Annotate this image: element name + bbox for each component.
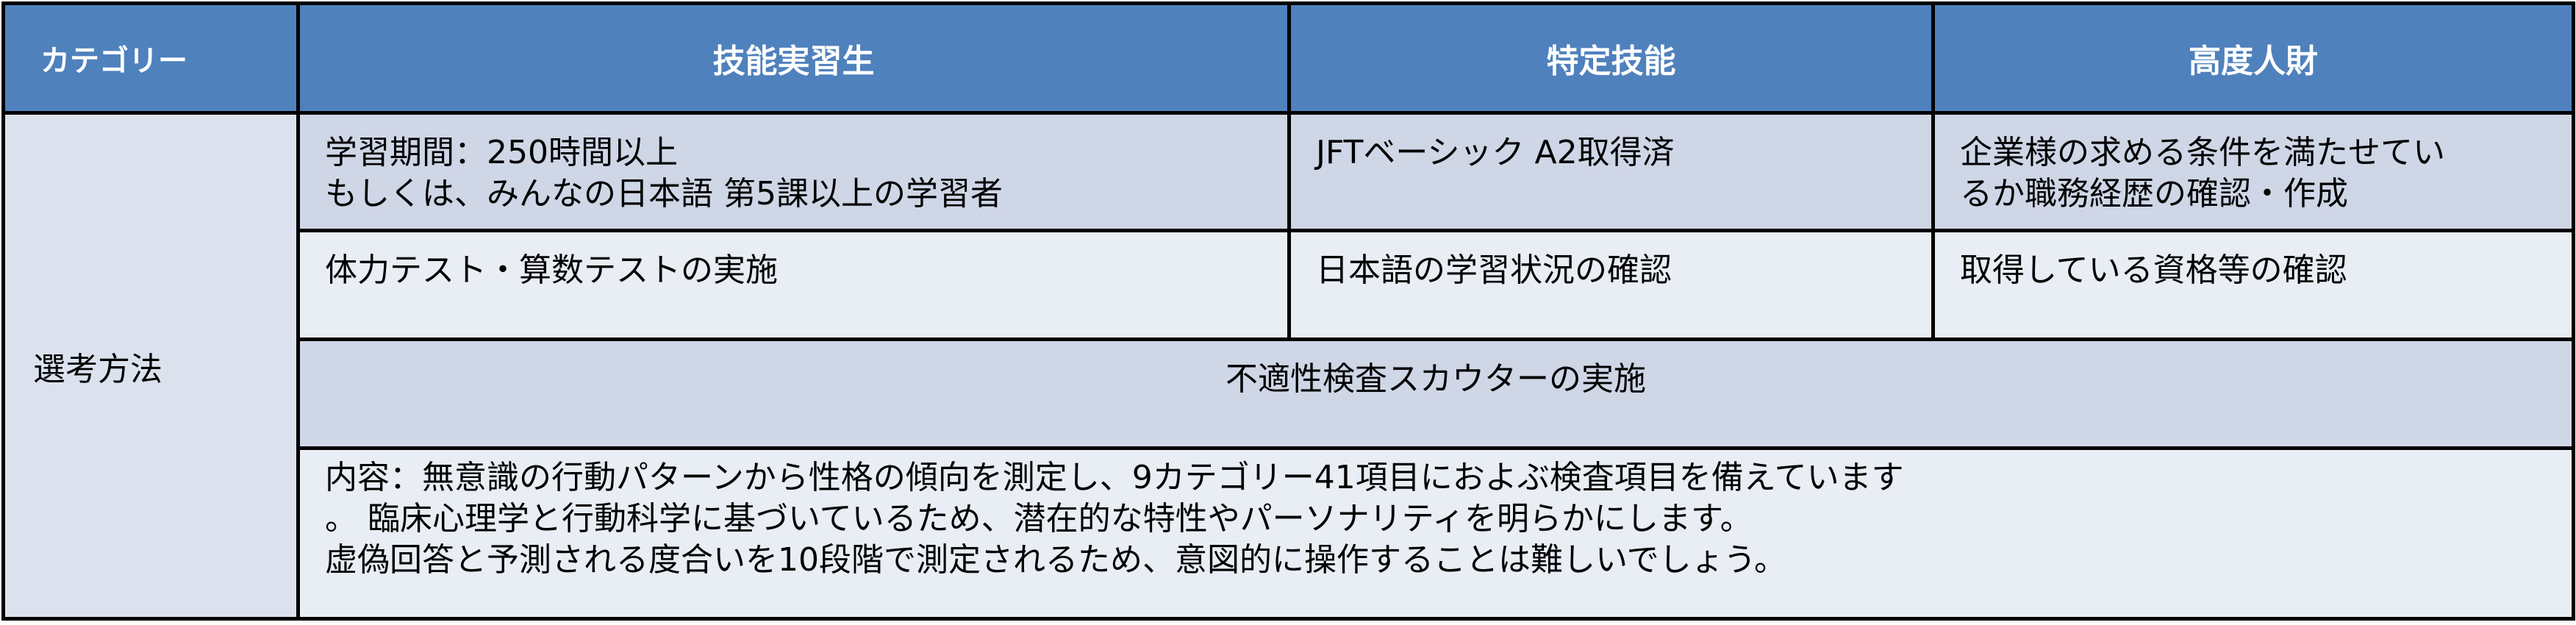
cell-line: 不適性検査スカウターの実施	[1226, 360, 1646, 398]
header-highly-skilled: 高度人財	[1931, 1, 2575, 115]
cell-line: もしくは、みんなの日本語 第5課以上の学習者	[325, 175, 1003, 213]
cell-specified-skill-check: 日本語の学習状況の確認	[1287, 229, 1935, 341]
cell-specified-skill-requirements: JFTベーシック A2取得済	[1287, 111, 1935, 232]
merged-aptitude-test-title: 不適性検査スカウターの実施	[296, 338, 2575, 450]
cell-highly-skilled-check: 取得している資格等の確認	[1931, 229, 2575, 341]
selection-method-table: カテゴリー 技能実習生 特定技能 高度人財 選考方法 学習期間：250時間以上 …	[1, 1, 2575, 621]
row-label-selection-method: 選考方法	[1, 111, 300, 621]
table-row: 体力テスト・算数テストの実施 日本語の学習状況の確認 取得している資格等の確認	[4, 229, 2575, 341]
cell-technical-intern-requirements: 学習期間：250時間以上 もしくは、みんなの日本語 第5課以上の学習者	[296, 111, 1291, 232]
cell-line: 内容：無意識の行動パターンから性格の傾向を測定し、9カテゴリー41項目におよぶ検…	[325, 459, 1904, 496]
cell-line: 体力テスト・算数テストの実施	[325, 251, 778, 289]
cell-line: 学習期間：250時間以上	[325, 134, 678, 171]
merged-aptitude-test-content: 内容：無意識の行動パターンから性格の傾向を測定し、9カテゴリー41項目におよぶ検…	[296, 446, 2575, 621]
cell-line: るか職務経歴の確認・作成	[1960, 175, 2348, 213]
cell-line: 。 臨床心理学と行動科学に基づいているため、潜在的な特性やパーソナリティを明らか…	[325, 500, 1753, 538]
header-row: カテゴリー 技能実習生 特定技能 高度人財	[1, 1, 2575, 115]
table-row: 選考方法 学習期間：250時間以上 もしくは、みんなの日本語 第5課以上の学習者…	[1, 111, 2575, 621]
cell-line: 取得している資格等の確認	[1960, 251, 2347, 289]
cell-line: 企業様の求める条件を満たせてい	[1960, 134, 2445, 171]
cell-technical-intern-tests: 体力テスト・算数テストの実施	[296, 229, 1291, 341]
header-technical-intern: 技能実習生	[296, 1, 1291, 115]
header-category: カテゴリー	[1, 1, 300, 115]
cell-line: 日本語の学習状況の確認	[1316, 251, 1672, 289]
cell-highly-skilled-requirements: 企業様の求める条件を満たせてい るか職務経歴の確認・作成	[1931, 111, 2575, 232]
header-specified-skill: 特定技能	[1287, 1, 1935, 115]
table-row: 内容：無意識の行動パターンから性格の傾向を測定し、9カテゴリー41項目におよぶ検…	[4, 446, 2575, 621]
cell-line: JFTベーシック A2取得済	[1316, 134, 1675, 171]
selection-table-frame: カテゴリー 技能実習生 特定技能 高度人財 選考方法 学習期間：250時間以上 …	[0, 0, 2576, 625]
table-row: 不適性検査スカウターの実施	[4, 338, 2575, 450]
cell-line: 虚偽回答と予測される度合いを10段階で測定されるため、意図的に操作することは難し…	[325, 541, 1787, 579]
